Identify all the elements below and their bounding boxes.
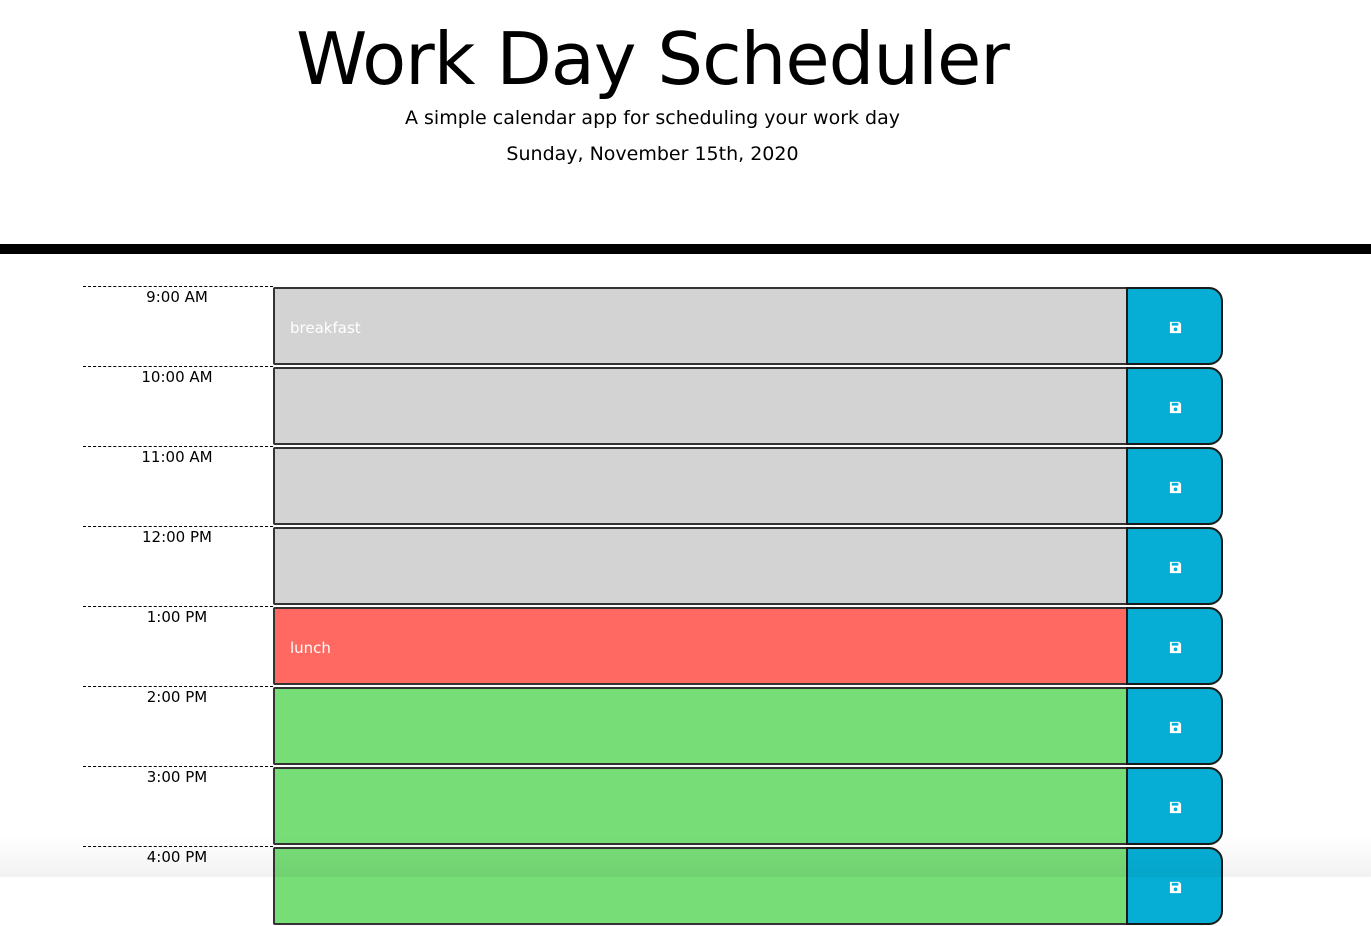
save-button[interactable] xyxy=(1126,287,1223,365)
hour-text: 9:00 AM xyxy=(146,288,208,306)
description-field[interactable] xyxy=(273,767,1128,845)
save-icon xyxy=(1169,481,1182,494)
save-button[interactable] xyxy=(1126,767,1223,845)
description-field[interactable] xyxy=(273,367,1128,445)
page-title: Work Day Scheduler xyxy=(296,17,1010,101)
hour-label: 10:00 AM xyxy=(83,366,273,445)
hour-label: 11:00 AM xyxy=(83,446,273,525)
save-icon xyxy=(1169,801,1182,814)
time-block-row: 1:00 PM lunch xyxy=(0,606,1371,686)
save-button[interactable] xyxy=(1126,367,1223,445)
description-field[interactable]: lunch xyxy=(273,607,1128,685)
description-text: breakfast xyxy=(290,319,361,337)
hour-text: 2:00 PM xyxy=(146,688,208,706)
save-icon xyxy=(1169,641,1182,654)
description-field[interactable] xyxy=(273,687,1128,765)
header-divider xyxy=(0,244,1371,254)
description-field[interactable]: breakfast xyxy=(273,287,1128,365)
page-subtitle: A simple calendar app for scheduling you… xyxy=(404,107,901,129)
time-block-row: 2:00 PM xyxy=(0,686,1371,766)
description-field[interactable] xyxy=(273,847,1128,925)
hour-text: 10:00 AM xyxy=(141,368,213,386)
time-block-row: 3:00 PM xyxy=(0,766,1371,846)
time-block-row: 10:00 AM xyxy=(0,366,1371,446)
hour-label: 2:00 PM xyxy=(83,686,273,765)
hour-text: 4:00 PM xyxy=(146,848,208,866)
time-block-row: 9:00 AM breakfast xyxy=(0,286,1371,366)
hour-text: 12:00 PM xyxy=(142,528,212,546)
save-icon xyxy=(1169,321,1182,334)
save-button[interactable] xyxy=(1126,447,1223,525)
save-button[interactable] xyxy=(1126,687,1223,765)
hour-label: 9:00 AM xyxy=(83,286,273,365)
save-icon xyxy=(1169,721,1182,734)
hour-text: 11:00 AM xyxy=(141,448,213,466)
save-icon xyxy=(1169,561,1182,574)
header: Work Day Scheduler A simple calendar app… xyxy=(0,0,1371,244)
hour-label: 1:00 PM xyxy=(83,606,273,685)
time-block-row: 12:00 PM xyxy=(0,526,1371,606)
save-button[interactable] xyxy=(1126,847,1223,925)
time-block-row: 11:00 AM xyxy=(0,446,1371,526)
time-block-row: 4:00 PM xyxy=(0,846,1371,926)
hour-text: 1:00 PM xyxy=(146,608,208,626)
description-field[interactable] xyxy=(273,527,1128,605)
save-icon xyxy=(1169,401,1182,414)
hour-label: 4:00 PM xyxy=(83,846,273,925)
current-date: Sunday, November 15th, 2020 xyxy=(506,143,799,165)
hour-label: 12:00 PM xyxy=(83,526,273,605)
hour-text: 3:00 PM xyxy=(146,768,208,786)
save-button[interactable] xyxy=(1126,607,1223,685)
save-button[interactable] xyxy=(1126,527,1223,605)
description-text: lunch xyxy=(290,639,331,657)
description-field[interactable] xyxy=(273,447,1128,525)
save-icon xyxy=(1169,881,1182,894)
hour-label: 3:00 PM xyxy=(83,766,273,845)
